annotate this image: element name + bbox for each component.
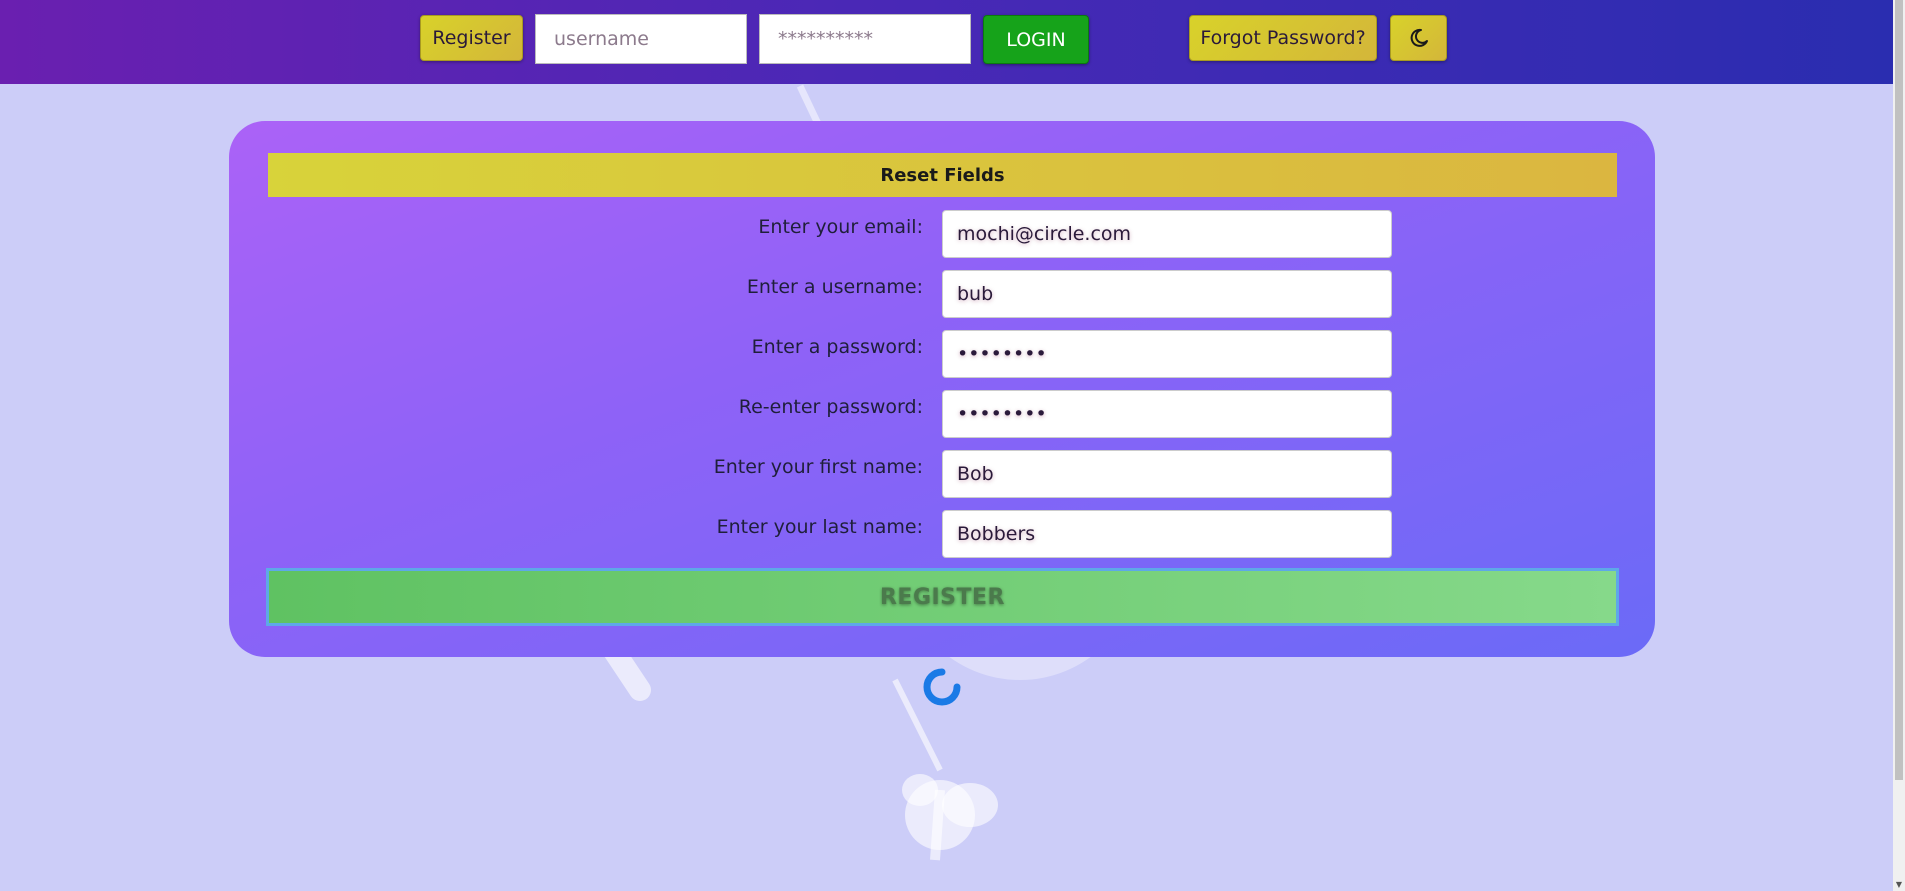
email-label: Enter your email: (758, 216, 923, 238)
scroll-down-arrow-icon[interactable]: ▼ (1894, 880, 1904, 890)
form-row-email: Enter your email: mochi@circle.com (229, 210, 1655, 258)
page-scrollbar[interactable]: ▼ (1893, 0, 1905, 891)
form-row-username: Enter a username: bub (229, 270, 1655, 318)
first-name-label: Enter your first name: (713, 456, 923, 478)
register-nav-button[interactable]: Register (420, 15, 523, 61)
login-button[interactable]: LOGIN (983, 15, 1089, 64)
email-field[interactable]: mochi@circle.com (942, 210, 1392, 258)
reset-fields-button[interactable]: Reset Fields (268, 153, 1617, 197)
registration-card: Reset Fields Enter your email: mochi@cir… (229, 121, 1655, 657)
top-navbar: Register LOGIN Forgot Password? (0, 0, 1893, 84)
confirm-password-field[interactable]: •••••••• (942, 390, 1392, 438)
form-row-first-name: Enter your first name: Bob (229, 450, 1655, 498)
register-submit-button[interactable]: REGISTER (266, 568, 1619, 626)
scrollbar-thumb[interactable] (1895, 0, 1903, 780)
form-row-password: Enter a password: •••••••• (229, 330, 1655, 378)
password-label: Enter a password: (751, 336, 923, 358)
theme-toggle-button[interactable] (1390, 15, 1447, 61)
last-name-field[interactable]: Bobbers (942, 510, 1392, 558)
form-row-last-name: Enter your last name: Bobbers (229, 510, 1655, 558)
login-username-input[interactable] (535, 14, 747, 64)
username-field[interactable]: bub (942, 270, 1392, 318)
first-name-field[interactable]: Bob (942, 450, 1392, 498)
login-password-input[interactable] (759, 14, 971, 64)
username-label: Enter a username: (746, 276, 923, 298)
password-field[interactable]: •••••••• (942, 330, 1392, 378)
loading-spinner-icon (922, 667, 962, 707)
confirm-password-label: Re-enter password: (738, 396, 923, 418)
last-name-label: Enter your last name: (716, 516, 923, 538)
moon-icon (1409, 28, 1429, 48)
form-row-confirm-password: Re-enter password: •••••••• (229, 390, 1655, 438)
forgot-password-button[interactable]: Forgot Password? (1189, 15, 1377, 61)
